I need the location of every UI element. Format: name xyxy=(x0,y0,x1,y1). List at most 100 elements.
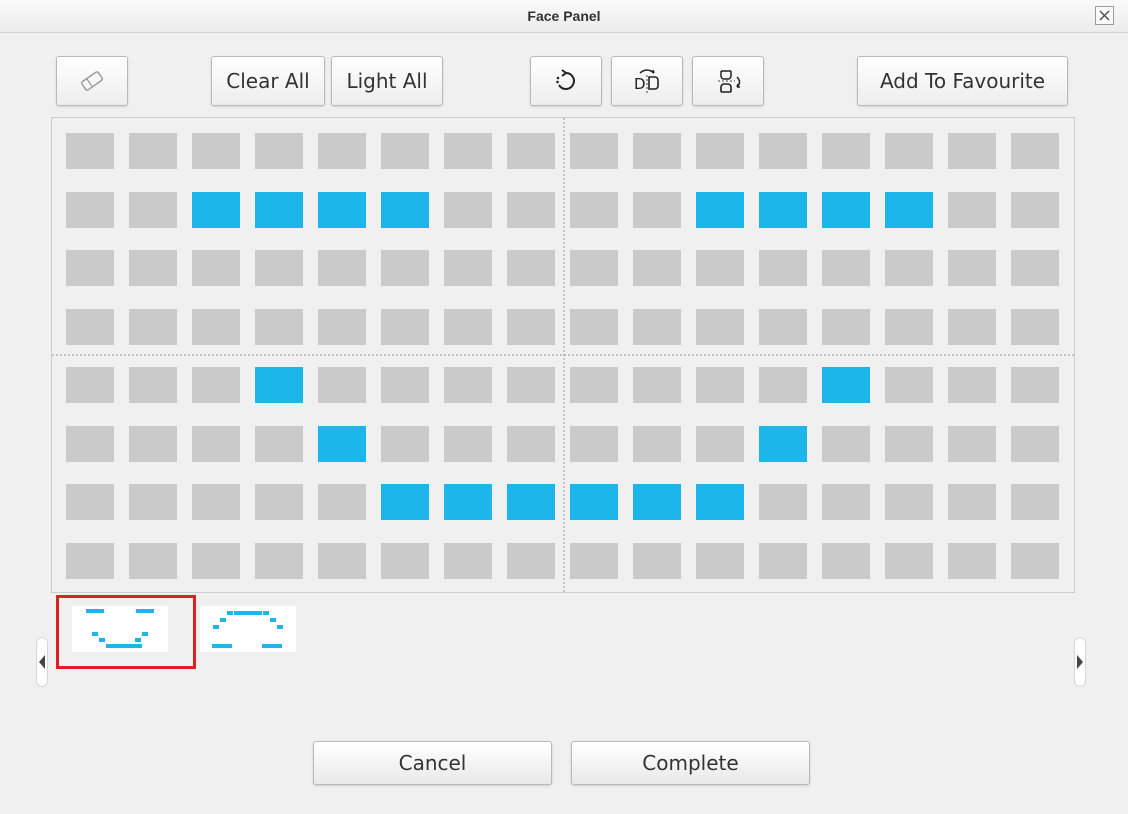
led-cell[interactable] xyxy=(633,543,681,579)
led-cell[interactable] xyxy=(192,192,240,228)
led-cell[interactable] xyxy=(507,484,555,520)
led-cell[interactable] xyxy=(696,192,744,228)
led-cell[interactable] xyxy=(66,192,114,228)
led-cell[interactable] xyxy=(633,192,681,228)
led-cell[interactable] xyxy=(507,543,555,579)
led-cell[interactable] xyxy=(885,192,933,228)
led-cell[interactable] xyxy=(1011,426,1059,462)
led-cell[interactable] xyxy=(318,309,366,345)
led-cell[interactable] xyxy=(570,309,618,345)
led-cell[interactable] xyxy=(381,484,429,520)
led-cell[interactable] xyxy=(1011,543,1059,579)
led-cell[interactable] xyxy=(759,250,807,286)
led-cell[interactable] xyxy=(444,309,492,345)
led-cell[interactable] xyxy=(633,484,681,520)
led-cell[interactable] xyxy=(444,250,492,286)
led-cell[interactable] xyxy=(192,426,240,462)
led-cell[interactable] xyxy=(633,133,681,169)
led-cell[interactable] xyxy=(885,309,933,345)
led-cell[interactable] xyxy=(570,426,618,462)
led-cell[interactable] xyxy=(129,367,177,403)
led-cell[interactable] xyxy=(633,309,681,345)
led-cell[interactable] xyxy=(381,192,429,228)
led-cell[interactable] xyxy=(570,192,618,228)
rotate-button[interactable] xyxy=(530,56,602,106)
led-cell[interactable] xyxy=(192,250,240,286)
led-cell[interactable] xyxy=(318,250,366,286)
led-cell[interactable] xyxy=(822,192,870,228)
led-cell[interactable] xyxy=(444,426,492,462)
led-cell[interactable] xyxy=(318,133,366,169)
led-cell[interactable] xyxy=(66,484,114,520)
led-cell[interactable] xyxy=(570,250,618,286)
led-cell[interactable] xyxy=(822,250,870,286)
led-cell[interactable] xyxy=(444,367,492,403)
led-cell[interactable] xyxy=(1011,192,1059,228)
led-cell[interactable] xyxy=(129,250,177,286)
led-cell[interactable] xyxy=(948,426,996,462)
led-cell[interactable] xyxy=(696,484,744,520)
led-cell[interactable] xyxy=(822,133,870,169)
led-cell[interactable] xyxy=(66,133,114,169)
led-cell[interactable] xyxy=(507,309,555,345)
led-cell[interactable] xyxy=(948,192,996,228)
led-cell[interactable] xyxy=(1011,250,1059,286)
led-cell[interactable] xyxy=(507,192,555,228)
led-cell[interactable] xyxy=(696,426,744,462)
led-cell[interactable] xyxy=(885,250,933,286)
eraser-button[interactable] xyxy=(56,56,128,106)
clear-all-button[interactable]: Clear All xyxy=(211,56,325,106)
led-cell[interactable] xyxy=(507,133,555,169)
led-cell[interactable] xyxy=(381,133,429,169)
led-cell[interactable] xyxy=(948,543,996,579)
led-cell[interactable] xyxy=(1011,367,1059,403)
led-cell[interactable] xyxy=(381,543,429,579)
led-cell[interactable] xyxy=(822,426,870,462)
led-cell[interactable] xyxy=(759,484,807,520)
led-cell[interactable] xyxy=(255,309,303,345)
led-cell[interactable] xyxy=(759,192,807,228)
led-cell[interactable] xyxy=(381,309,429,345)
led-cell[interactable] xyxy=(255,367,303,403)
led-cell[interactable] xyxy=(1011,309,1059,345)
led-cell[interactable] xyxy=(822,367,870,403)
led-cell[interactable] xyxy=(381,250,429,286)
led-cell[interactable] xyxy=(318,484,366,520)
led-cell[interactable] xyxy=(318,192,366,228)
led-cell[interactable] xyxy=(948,309,996,345)
cancel-button[interactable]: Cancel xyxy=(313,741,552,785)
led-cell[interactable] xyxy=(507,250,555,286)
led-cell[interactable] xyxy=(66,250,114,286)
prev-favourite-button[interactable] xyxy=(36,637,48,687)
led-cell[interactable] xyxy=(255,484,303,520)
led-cell[interactable] xyxy=(444,543,492,579)
led-cell[interactable] xyxy=(696,543,744,579)
led-cell[interactable] xyxy=(633,250,681,286)
led-cell[interactable] xyxy=(822,484,870,520)
led-cell[interactable] xyxy=(444,192,492,228)
led-cell[interactable] xyxy=(633,426,681,462)
led-matrix-grid[interactable] xyxy=(51,117,1075,593)
led-cell[interactable] xyxy=(1011,484,1059,520)
led-cell[interactable] xyxy=(66,543,114,579)
led-cell[interactable] xyxy=(129,543,177,579)
led-cell[interactable] xyxy=(822,543,870,579)
led-cell[interactable] xyxy=(129,426,177,462)
led-cell[interactable] xyxy=(1011,133,1059,169)
complete-button[interactable]: Complete xyxy=(571,741,810,785)
led-cell[interactable] xyxy=(66,367,114,403)
led-cell[interactable] xyxy=(129,484,177,520)
led-cell[interactable] xyxy=(129,309,177,345)
led-cell[interactable] xyxy=(192,133,240,169)
led-cell[interactable] xyxy=(885,543,933,579)
led-cell[interactable] xyxy=(129,133,177,169)
led-cell[interactable] xyxy=(192,309,240,345)
led-cell[interactable] xyxy=(570,133,618,169)
led-cell[interactable] xyxy=(255,426,303,462)
led-cell[interactable] xyxy=(66,309,114,345)
led-cell[interactable] xyxy=(633,367,681,403)
led-cell[interactable] xyxy=(192,367,240,403)
led-cell[interactable] xyxy=(66,426,114,462)
next-favourite-button[interactable] xyxy=(1074,637,1086,687)
led-cell[interactable] xyxy=(255,250,303,286)
